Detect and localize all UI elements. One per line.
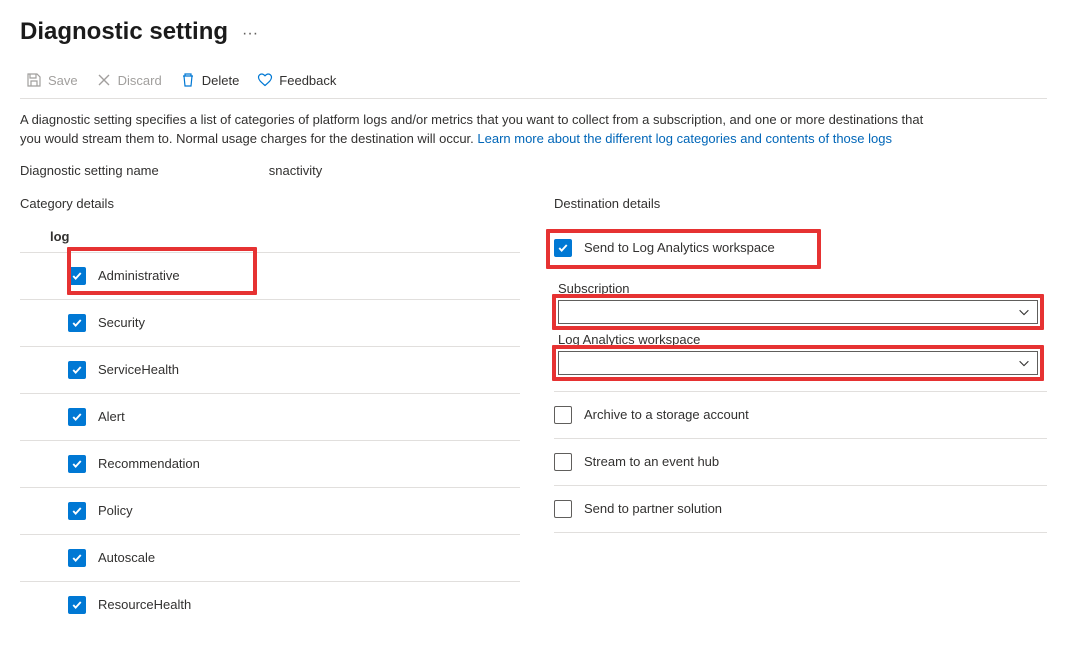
category-row: Administrative — [20, 252, 520, 299]
discard-icon — [96, 72, 112, 88]
checkbox-security[interactable] — [68, 314, 86, 332]
destination-label: Send to partner solution — [584, 501, 722, 516]
discard-button[interactable]: Discard — [96, 72, 162, 88]
subscription-select[interactable] — [558, 300, 1038, 324]
checkbox-recommendation[interactable] — [68, 455, 86, 473]
delete-button[interactable]: Delete — [180, 72, 240, 88]
category-label: Policy — [98, 503, 133, 518]
delete-icon — [180, 72, 196, 88]
heart-icon — [257, 72, 273, 88]
checkbox-servicehealth[interactable] — [68, 361, 86, 379]
save-label: Save — [48, 73, 78, 88]
page-title-row: Diagnostic setting ··· — [20, 18, 1047, 46]
toolbar: Save Discard Delete Feedback — [20, 68, 1047, 99]
category-label: ResourceHealth — [98, 597, 191, 612]
destination-row: Archive to a storage account — [554, 392, 1047, 439]
log-heading: log — [20, 225, 520, 252]
subscription-label: Subscription — [558, 281, 1047, 296]
category-label: Security — [98, 315, 145, 330]
checkbox-resourcehealth[interactable] — [68, 596, 86, 614]
feedback-button[interactable]: Feedback — [257, 72, 336, 88]
destination-label: Stream to an event hub — [584, 454, 719, 469]
category-row: Autoscale — [20, 534, 520, 581]
checkbox-send-law[interactable] — [554, 239, 572, 257]
category-label: Alert — [98, 409, 125, 424]
checkbox-archive[interactable] — [554, 406, 572, 424]
discard-label: Discard — [118, 73, 162, 88]
destination-label: Archive to a storage account — [584, 407, 749, 422]
chevron-down-icon — [1017, 356, 1031, 370]
category-row: Security — [20, 299, 520, 346]
category-label: ServiceHealth — [98, 362, 179, 377]
category-row: ResourceHealth — [20, 581, 520, 628]
save-icon — [26, 72, 42, 88]
category-label: Autoscale — [98, 550, 155, 565]
checkbox-event-hub[interactable] — [554, 453, 572, 471]
category-heading: Category details — [20, 196, 520, 211]
destination-label: Send to Log Analytics workspace — [584, 240, 775, 255]
destination-row: Send to partner solution — [554, 486, 1047, 533]
checkbox-policy[interactable] — [68, 502, 86, 520]
law-label: Log Analytics workspace — [558, 332, 1047, 347]
category-label: Administrative — [98, 268, 180, 283]
feedback-label: Feedback — [279, 73, 336, 88]
delete-label: Delete — [202, 73, 240, 88]
more-icon[interactable]: ··· — [242, 22, 258, 42]
category-label: Recommendation — [98, 456, 200, 471]
destination-row: Send to Log Analytics workspace — [554, 225, 1047, 267]
category-row: Recommendation — [20, 440, 520, 487]
setting-name-label: Diagnostic setting name — [20, 163, 159, 178]
law-config: Subscription Log Analytics workspace — [554, 267, 1047, 392]
chevron-down-icon — [1017, 305, 1031, 319]
category-row: Policy — [20, 487, 520, 534]
category-row: Alert — [20, 393, 520, 440]
category-list: Administrative Security ServiceHealth Al… — [20, 252, 520, 628]
setting-name-value: snactivity — [269, 163, 322, 178]
description-text: A diagnostic setting specifies a list of… — [20, 111, 940, 149]
law-select[interactable] — [558, 351, 1038, 375]
save-button[interactable]: Save — [26, 72, 78, 88]
destination-heading: Destination details — [554, 196, 1047, 211]
learn-more-link[interactable]: Learn more about the different log categ… — [477, 131, 892, 146]
setting-name-row: Diagnostic setting name snactivity — [20, 163, 1047, 178]
page-title: Diagnostic setting — [20, 18, 228, 46]
checkbox-partner[interactable] — [554, 500, 572, 518]
checkbox-autoscale[interactable] — [68, 549, 86, 567]
checkbox-administrative[interactable] — [68, 267, 86, 285]
destination-row: Stream to an event hub — [554, 439, 1047, 486]
checkbox-alert[interactable] — [68, 408, 86, 426]
category-row: ServiceHealth — [20, 346, 520, 393]
